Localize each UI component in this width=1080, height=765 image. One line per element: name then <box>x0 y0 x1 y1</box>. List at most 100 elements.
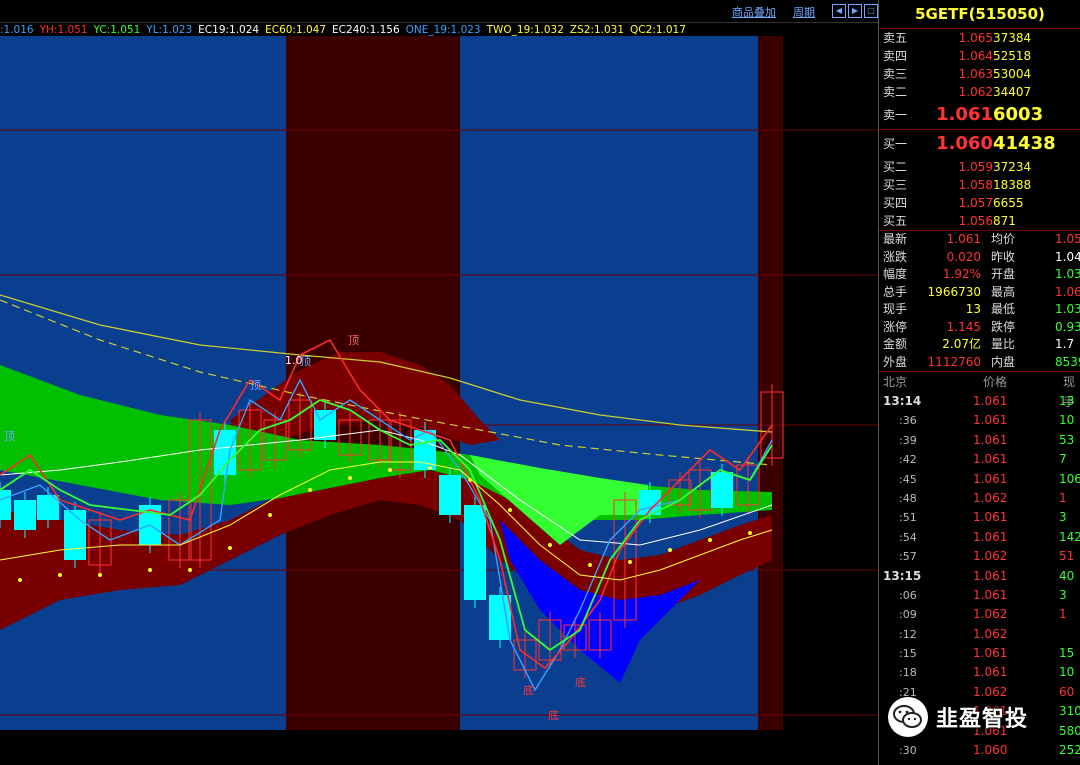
tick-time: :39 <box>899 433 917 447</box>
tick-row[interactable]: :30 1.060 252 <box>879 741 1080 760</box>
tick-volume: 51 <box>1059 549 1075 564</box>
ask-label: 卖二 <box>883 85 908 99</box>
stat-value: 85397 <box>1055 354 1080 369</box>
indicator-3: YL:1.023 <box>146 24 193 36</box>
ask-level-4[interactable]: 卖一 1.061 6003 <box>879 101 1080 129</box>
overlay-button[interactable]: 商品叠加 <box>732 4 776 20</box>
tick-row[interactable]: :45 1.061 106 <box>879 470 1080 489</box>
stat-value: 1966730 <box>927 284 981 299</box>
bid-label: 买四 <box>883 196 908 210</box>
stat-row: 外盘 1112760 内盘 85397 <box>879 354 1080 372</box>
candle-body <box>14 500 36 530</box>
stat-label: 涨跌 <box>883 249 908 264</box>
tick-time: :30 <box>899 744 917 758</box>
kline-chart-area[interactable]: 商品叠加 周期 ◀ ▶ ▢ :1.016 YH:1.051 YC:1.051 YL:1… <box>0 0 878 765</box>
tick-time: :15 <box>899 647 917 661</box>
kline-plot[interactable]: 顶顶顶顶1.0底底底 <box>0 36 878 765</box>
tick-row[interactable]: :42 1.061 7 <box>879 450 1080 469</box>
ask-price: 1.062 <box>958 85 993 99</box>
tick-volume: 7 <box>1059 452 1067 467</box>
tick-row[interactable]: 13:15 1.061 40 <box>879 567 1080 586</box>
tick-volume: 10 <box>1059 665 1075 680</box>
bid-level-4[interactable]: 买五 1.056 871 <box>879 212 1080 230</box>
stat-value: 1.7 <box>1055 337 1075 351</box>
tick-row[interactable]: 13:14 1.061 13 <box>879 392 1080 411</box>
expand-icon[interactable]: ▢ <box>864 4 878 18</box>
ask-level-2[interactable]: 卖三 1.063 53004 <box>879 65 1080 83</box>
tick-row[interactable]: :57 1.062 51 <box>879 547 1080 566</box>
candle-body <box>464 505 486 600</box>
tick-row[interactable]: :06 1.061 3 <box>879 586 1080 605</box>
bid-label: 买二 <box>883 160 908 174</box>
tick-price: 1.061 <box>973 510 1008 525</box>
candle-body <box>439 475 461 515</box>
tick-price: 1.061 <box>973 432 1008 447</box>
top-marker: 顶 <box>4 430 15 443</box>
ask-level-1[interactable]: 卖四 1.064 52518 <box>879 47 1080 65</box>
marker-dot <box>548 543 552 547</box>
tick-volume: 142 <box>1059 529 1080 544</box>
tick-row[interactable]: :15 1.061 15 <box>879 644 1080 663</box>
ask-level-3[interactable]: 卖二 1.062 34407 <box>879 83 1080 101</box>
indicator-0: :1.016 <box>0 24 34 36</box>
chart-nav-buttons: ◀ ▶ ▢ <box>832 4 878 18</box>
bid-level-2[interactable]: 买三 1.058 18388 <box>879 176 1080 194</box>
stat-row: 总手 1966730 最高 1.06 <box>879 284 1080 302</box>
bid-volume: 37234 <box>993 160 1032 174</box>
bid-level-1[interactable]: 买二 1.059 37234 <box>879 158 1080 176</box>
marker-dot <box>18 578 22 582</box>
ask-level-0[interactable]: 卖五 1.065 37384 <box>879 29 1080 47</box>
tick-volume: 580 <box>1059 723 1080 738</box>
marker-dot <box>468 478 472 482</box>
tick-row[interactable]: :18 1.061 10 <box>879 663 1080 682</box>
stat-row: 现手 13 最低 1.03 <box>879 301 1080 319</box>
bid-label: 买三 <box>883 178 908 192</box>
stat-row: 涨跌 0.020 昨收 1.04 <box>879 249 1080 267</box>
stat-label: 最高 <box>991 284 1016 299</box>
bottom-marker: 底 <box>575 675 586 689</box>
tick-time: :48 <box>899 491 917 505</box>
security-title: 5GETF(515050) <box>879 0 1080 29</box>
stat-value: 1.04 <box>1055 249 1080 264</box>
marker-dot <box>58 573 62 577</box>
stat-value: 1.05 <box>1055 232 1080 246</box>
tick-price: 1.062 <box>973 490 1008 505</box>
quote-stats: 最新 1.061 均价 1.05 涨跌 0.020 昨收 1.04 幅度 1.92% 开盘 1.03 总… <box>879 231 1080 371</box>
tick-row[interactable]: :09 1.062 1 <box>879 605 1080 624</box>
candle-body <box>711 472 733 508</box>
tick-price: 1.061 <box>973 394 1008 408</box>
arrow-right-icon[interactable]: ▶ <box>848 4 862 18</box>
tick-price: 1.062 <box>973 607 1008 622</box>
tick-price: 1.061 <box>973 587 1008 602</box>
indicator-8: TWO_19:1.032 <box>486 24 564 36</box>
tick-price: 1.061 <box>973 452 1008 467</box>
bid-level-3[interactable]: 买四 1.057 6655 <box>879 194 1080 212</box>
marker-dot <box>308 488 312 492</box>
tick-row[interactable]: :12 1.062 <box>879 625 1080 644</box>
tick-row[interactable]: :48 1.062 1 <box>879 489 1080 508</box>
bid-price: 1.056 <box>958 214 993 228</box>
tick-volume: 40 <box>1059 568 1075 583</box>
tick-volume: 1 <box>1059 607 1067 622</box>
stat-value: 0.93 <box>1055 319 1080 334</box>
stat-row: 涨停 1.145 跌停 0.93 <box>879 319 1080 337</box>
stat-label: 幅度 <box>883 267 908 281</box>
tick-row[interactable]: :39 1.061 53 <box>879 431 1080 450</box>
tick-row[interactable]: :51 1.061 3 <box>879 508 1080 527</box>
stat-label: 昨收 <box>991 249 1016 264</box>
stat-label: 金额 <box>883 337 908 351</box>
tick-time: :12 <box>899 627 917 641</box>
arrow-left-icon[interactable]: ◀ <box>832 4 846 18</box>
tick-row[interactable]: :54 1.061 142 <box>879 528 1080 547</box>
stat-label: 均价 <box>991 232 1016 246</box>
marker-dot <box>228 546 232 550</box>
indicator-5: EC60:1.047 <box>265 24 327 36</box>
ticks-header-price: 价格 <box>983 375 1008 389</box>
bid-level-0[interactable]: 买一 1.060 41438 <box>879 130 1080 158</box>
watermark: 韭盈智投 <box>888 696 1028 738</box>
bid-price: 1.058 <box>958 178 993 192</box>
tick-row[interactable]: :36 1.061 10 <box>879 411 1080 430</box>
tick-time: :09 <box>899 608 917 622</box>
period-button[interactable]: 周期 <box>793 4 815 20</box>
tick-volume: 1 <box>1059 490 1067 505</box>
